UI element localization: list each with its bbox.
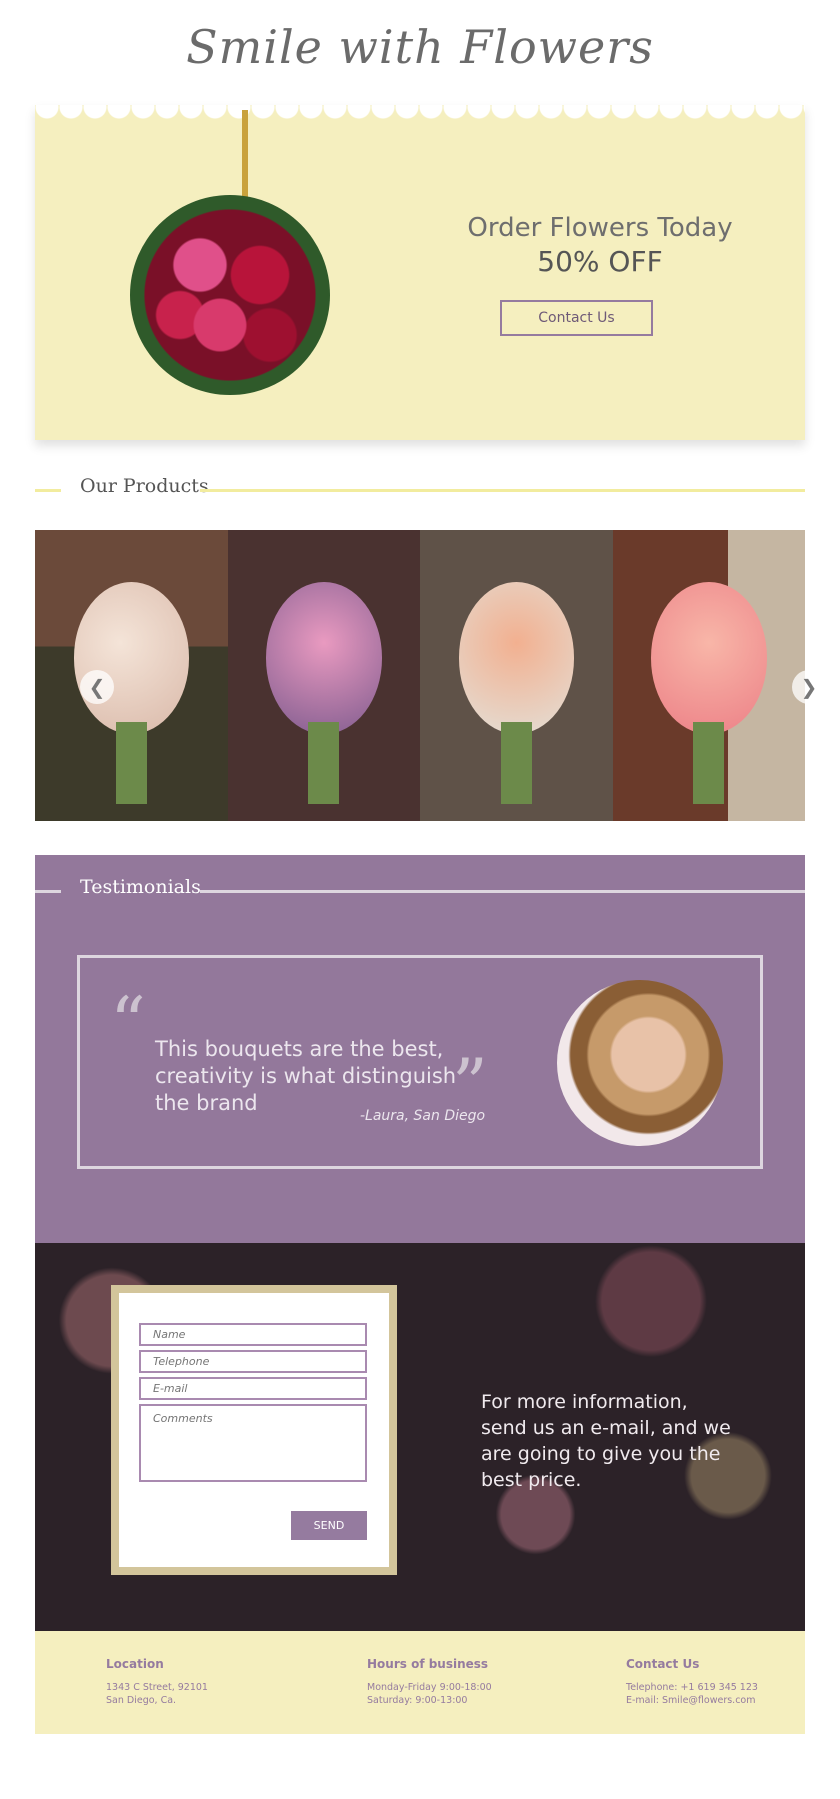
testimonials-section-heading: Testimonials bbox=[35, 876, 805, 906]
footer-address-line: 1343 C Street, 92101 bbox=[106, 1682, 208, 1693]
testimonials-section: Testimonials “ This bouquets are the bes… bbox=[35, 855, 805, 1243]
footer-contact-title: Contact Us bbox=[626, 1657, 700, 1671]
product-photo-pink-tulips[interactable] bbox=[227, 530, 420, 821]
products-section-heading: Our Products bbox=[35, 475, 805, 505]
testimonial-quote: This bouquets are the best, creativity i… bbox=[155, 1037, 457, 1115]
chevron-right-icon[interactable]: ❯ bbox=[792, 670, 826, 704]
telephone-field[interactable] bbox=[139, 1350, 367, 1373]
testimonial-author: -Laura, San Diego bbox=[360, 1108, 486, 1124]
contact-form: SEND bbox=[111, 1285, 397, 1575]
comments-field[interactable] bbox=[139, 1404, 367, 1482]
customer-avatar bbox=[557, 980, 723, 1146]
hero-discount: 50% OFF bbox=[537, 245, 663, 278]
hero-banner: Order Flowers Today 50% OFF Contact Us bbox=[35, 105, 805, 440]
divider-line bbox=[200, 890, 805, 893]
send-button[interactable]: SEND bbox=[291, 1511, 367, 1540]
divider-line bbox=[35, 489, 61, 492]
divider-line bbox=[200, 489, 805, 492]
product-photo-white-roses[interactable] bbox=[35, 530, 228, 821]
footer-hours-title: Hours of business bbox=[367, 1657, 489, 1671]
testimonial-card: “ This bouquets are the best, creativity… bbox=[77, 955, 763, 1169]
footer-city-line: San Diego, Ca. bbox=[106, 1695, 177, 1706]
contact-info-text: For more information, send us an e-mail,… bbox=[481, 1391, 731, 1491]
footer-email[interactable]: E-mail: Smile@flowers.com bbox=[626, 1694, 840, 1707]
hanging-ribbon bbox=[242, 110, 248, 198]
scallop-border bbox=[35, 105, 805, 123]
product-photo-peach-peonies[interactable] bbox=[420, 530, 613, 821]
testimonials-title: Testimonials bbox=[80, 876, 201, 898]
footer-telephone[interactable]: Telephone: +1 619 345 123 bbox=[626, 1681, 840, 1694]
chevron-left-icon[interactable]: ❮ bbox=[80, 670, 114, 704]
site-logo[interactable]: Smile with Flowers bbox=[0, 20, 840, 74]
contact-us-button[interactable]: Contact Us bbox=[500, 300, 653, 336]
products-title: Our Products bbox=[80, 475, 209, 497]
footer-location-title: Location bbox=[106, 1657, 164, 1671]
open-quote-icon: “ bbox=[110, 982, 146, 1064]
name-field[interactable] bbox=[139, 1323, 367, 1346]
flower-ball-image bbox=[130, 195, 330, 395]
email-field[interactable] bbox=[139, 1377, 367, 1400]
divider-line bbox=[35, 890, 61, 893]
products-carousel: ❮ ❯ bbox=[35, 530, 826, 821]
hero-title: Order Flowers Today bbox=[467, 213, 733, 243]
footer-saturday-hours: Saturday: 9:00-13:00 bbox=[367, 1695, 468, 1706]
footer-location: Location 1343 C Street, 92101 San Diego,… bbox=[106, 1657, 336, 1707]
footer-weekday-hours: Monday-Friday 9:00-18:00 bbox=[367, 1682, 492, 1693]
product-photo-pink-gerberas[interactable] bbox=[612, 530, 805, 821]
contact-section: SEND For more information, send us an e-… bbox=[35, 1243, 805, 1631]
footer-contact: Contact Us Telephone: +1 619 345 123 E-m… bbox=[626, 1657, 840, 1707]
site-footer: Location 1343 C Street, 92101 San Diego,… bbox=[35, 1631, 805, 1734]
footer-hours: Hours of business Monday-Friday 9:00-18:… bbox=[367, 1657, 597, 1707]
